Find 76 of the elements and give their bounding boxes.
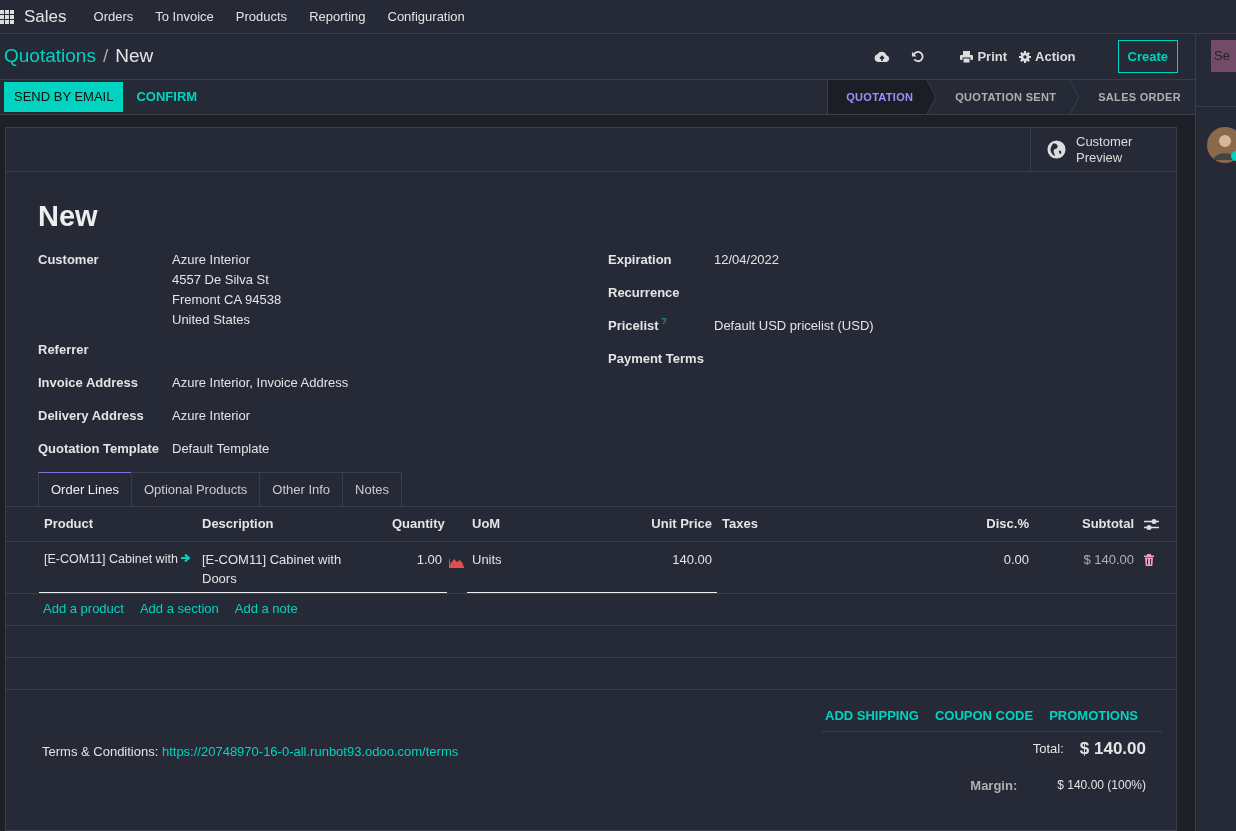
customer-preview-button[interactable]: Customer Preview: [1030, 128, 1176, 171]
column-header: Unit Price: [650, 514, 713, 533]
menu-item[interactable]: To Invoice: [144, 6, 225, 27]
gear-icon: [1019, 50, 1032, 63]
field-label: Delivery Address: [38, 407, 145, 425]
field-value: 4557 De Silva St: [172, 271, 270, 289]
breadcrumb-link[interactable]: Quotations: [4, 42, 96, 71]
menu-item[interactable]: Products: [224, 6, 299, 27]
send-email-button[interactable]: SEND BY EMAIL: [4, 82, 124, 112]
cloud-upload-icon[interactable]: [874, 50, 891, 63]
total-label: Total:: [1032, 740, 1064, 758]
create-button[interactable]: Create: [1117, 39, 1178, 74]
status-step[interactable]: QUOTATION SENT: [937, 80, 1071, 114]
footer-action-link[interactable]: COUPON CODE: [934, 705, 1034, 725]
help-tooltip-icon[interactable]: ?: [661, 316, 667, 326]
footer-action-link[interactable]: ADD SHIPPING: [825, 705, 919, 725]
field-value: Default USD pricelist (USD): [714, 317, 874, 335]
field-value: Azure Interior, Invoice Address: [172, 374, 349, 392]
field-value: Azure Interior: [172, 407, 251, 425]
arrow-right-icon[interactable]: [180, 552, 191, 563]
column-header: UoM: [471, 514, 502, 533]
field-label: Quotation Template: [38, 440, 161, 458]
field-label: Payment Terms: [608, 350, 704, 368]
column-header: Taxes: [721, 514, 759, 533]
terms-link[interactable]: https://20748970-16-0-all.runbot93.odoo.com/terms: [161, 743, 459, 759]
table-cell[interactable]: [E-COM11] Cabinet with: [44, 549, 178, 569]
add-line-link[interactable]: Add a note: [234, 599, 298, 619]
print-button[interactable]: Print: [960, 46, 1008, 67]
record-title: New: [38, 199, 99, 234]
apps-menu-icon[interactable]: [0, 9, 14, 24]
field-label: Expiration: [608, 251, 672, 269]
optional-columns-icon[interactable]: [1144, 517, 1159, 531]
field-label: Customer: [38, 251, 100, 269]
column-header: Disc.%: [985, 514, 1030, 533]
breadcrumb-current: New: [115, 44, 154, 69]
add-line-link[interactable]: Add a product: [43, 599, 124, 619]
globe-icon: [1047, 140, 1066, 159]
column-header: Description: [201, 514, 275, 533]
undo-icon[interactable]: [911, 50, 925, 63]
column-header: Quantity: [391, 514, 446, 533]
terms-text: Terms & Conditions: https://20748970-16-0-all.runbot93.odoo.com/terms: [42, 743, 459, 759]
confirm-button[interactable]: CONFIRM: [123, 82, 211, 112]
field-value: Fremont CA 94538: [172, 291, 282, 309]
margin-value: $ 140.00 (100%): [1057, 776, 1146, 794]
column-header: Subtotal: [1081, 514, 1135, 533]
table-cell[interactable]: [E-COM11] Cabinet with Doors: [202, 549, 352, 588]
field-value: Default Template: [172, 440, 270, 458]
form-tab[interactable]: Notes: [342, 472, 403, 506]
field-label: Pricelist: [608, 317, 659, 335]
total-value: $ 140.00: [1079, 738, 1146, 760]
table-cell: $ 140.00: [1083, 551, 1134, 567]
add-line-link[interactable]: Add a section: [139, 599, 219, 619]
table-cell[interactable]: 1.00: [416, 551, 442, 567]
field-value: United States: [172, 311, 252, 329]
breadcrumb-separator: /: [102, 44, 109, 69]
printer-icon: [960, 50, 974, 63]
field-value: 12/04/2022: [714, 251, 780, 269]
column-header: Product: [43, 514, 95, 533]
table-cell[interactable]: 140.00: [672, 551, 712, 567]
status-step[interactable]: SALES ORDER: [1080, 80, 1195, 114]
table-cell[interactable]: Units: [472, 551, 502, 567]
menu-item[interactable]: Reporting: [298, 6, 377, 27]
footer-action-link[interactable]: PROMOTIONS: [1049, 705, 1138, 725]
forecast-chart-icon[interactable]: [449, 556, 464, 568]
margin-label: Margin:: [970, 776, 1018, 795]
app-name[interactable]: Sales: [24, 3, 67, 30]
table-cell[interactable]: 0.00: [1003, 551, 1029, 567]
field-value: Azure Interior: [172, 251, 252, 269]
menu-item[interactable]: Configuration: [376, 6, 476, 27]
field-label: Invoice Address: [38, 374, 139, 392]
action-button[interactable]: Action: [1019, 46, 1076, 67]
delete-icon[interactable]: [1144, 554, 1154, 567]
field-label: Recurrence: [608, 284, 680, 302]
field-label: Referrer: [38, 341, 90, 359]
form-tab[interactable]: Order Lines: [38, 472, 132, 506]
menu-item[interactable]: Orders: [82, 6, 145, 27]
